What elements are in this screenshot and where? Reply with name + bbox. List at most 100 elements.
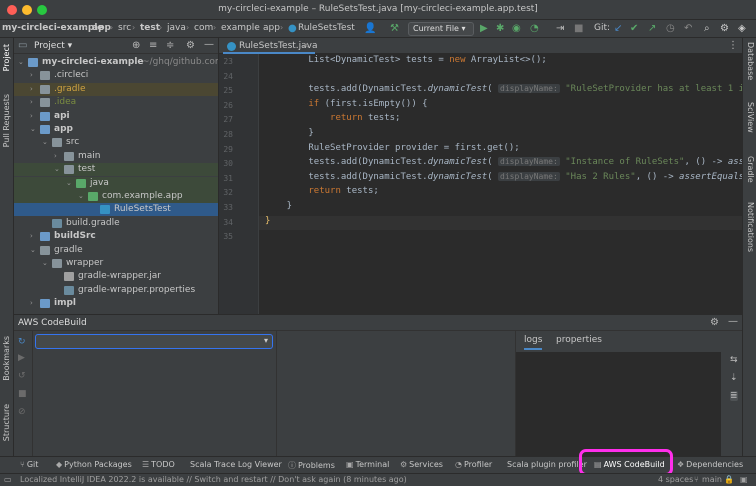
breadcrumb-app-package[interactable]: app <box>263 23 280 33</box>
tree-item[interactable]: › main <box>14 150 218 163</box>
chevron-down-icon[interactable]: ⌄ <box>30 244 36 257</box>
start-build-icon[interactable]: ▶ <box>18 353 25 363</box>
run-configuration-select[interactable]: Current File ▾ <box>408 22 474 36</box>
tree-item[interactable]: ⌄ test <box>14 163 218 177</box>
gradle-tool-tab[interactable]: Gradle <box>746 156 755 183</box>
sciview-tool-tab[interactable]: SciView <box>746 102 755 133</box>
tree-item[interactable]: ⌄ app <box>14 123 218 136</box>
status-widget-icon[interactable]: ▭ <box>4 474 12 486</box>
memory-icon[interactable]: ▣ <box>740 475 748 484</box>
tree-item[interactable]: › .idea <box>14 96 218 109</box>
bottom-tab-python-packages[interactable]: ◆ Python Packages <box>56 460 132 469</box>
collapse-all-icon[interactable]: ≑ <box>166 40 174 52</box>
breadcrumb-app[interactable]: app <box>92 23 111 33</box>
git-commit-icon[interactable]: ✔ <box>630 23 638 35</box>
breadcrumb-test[interactable]: test <box>140 23 160 33</box>
hide-tool-window-icon[interactable]: — <box>728 316 738 328</box>
tree-item[interactable]: ⌄ wrapper <box>14 257 218 270</box>
chevron-down-icon[interactable]: ⌄ <box>42 136 48 149</box>
bottom-tab-problems[interactable]: ⓘ Problems <box>288 460 335 471</box>
git-update-icon[interactable]: ↙ <box>614 23 622 35</box>
breadcrumb-project[interactable]: my-circleci-example <box>2 23 104 33</box>
stop-all-icon[interactable]: ⊘ <box>18 407 26 417</box>
project-select-dropdown[interactable]: ▾ <box>35 334 273 349</box>
bottom-tab-scala-trace[interactable]: Scala Trace Log Viewer <box>190 460 282 469</box>
chevron-right-icon[interactable]: › <box>30 110 33 123</box>
chevron-right-icon[interactable]: › <box>30 96 33 109</box>
debug-icon[interactable]: ✱ <box>496 23 504 35</box>
search-icon[interactable]: ⌕ <box>704 23 710 35</box>
chevron-right-icon[interactable]: › <box>30 69 33 82</box>
database-tool-tab[interactable]: Database <box>746 42 755 80</box>
retry-build-icon[interactable]: ↺ <box>18 371 26 381</box>
chevron-down-icon[interactable]: ⌄ <box>78 190 84 203</box>
code-editor[interactable]: 23 24 25 26 27 28 29 30 31 32 33 34 35 List<DynamicT… <box>219 54 742 314</box>
chevron-right-icon[interactable]: › <box>30 230 33 243</box>
bottom-tab-git[interactable]: ⑂ Git <box>20 460 38 469</box>
stop-icon[interactable]: ■ <box>574 23 583 35</box>
tree-item[interactable]: ⌄ gradle <box>14 244 218 257</box>
status-message[interactable]: Localized IntelliJ IDEA 2022.2 is availa… <box>20 475 407 484</box>
build-hammer-icon[interactable]: ⚒ <box>390 23 399 35</box>
profile-icon[interactable]: ◔ <box>530 23 539 35</box>
refresh-icon[interactable]: ↻ <box>18 337 26 347</box>
tree-item[interactable]: build.gradle <box>14 217 218 230</box>
breadcrumb-java[interactable]: java <box>167 23 186 33</box>
history-icon[interactable]: ◷ <box>666 23 675 35</box>
tree-item[interactable]: › impl <box>14 297 218 310</box>
tree-item[interactable]: gradle-wrapper.jar <box>14 270 218 283</box>
bottom-tab-scala-plugin-profiler[interactable]: Scala plugin profiler <box>507 460 587 469</box>
chevron-down-icon[interactable]: ⌄ <box>54 163 60 176</box>
settings-gear-icon[interactable]: ⚙ <box>720 23 729 35</box>
tree-item[interactable]: ⌄ com.example.app <box>14 190 218 203</box>
git-branch[interactable]: main <box>702 475 722 484</box>
chevron-right-icon[interactable]: › <box>30 83 33 96</box>
run-icon[interactable]: ▶ <box>480 23 488 35</box>
user-icon[interactable]: 👤 <box>364 23 376 35</box>
tree-item[interactable]: › .circleci <box>14 69 218 82</box>
tool-window-gear-icon[interactable]: ⚙ <box>710 317 719 329</box>
bottom-tab-dependencies[interactable]: ❖ Dependencies <box>677 460 743 469</box>
close-tab-icon[interactable]: ✕ <box>302 41 309 50</box>
breadcrumb-com[interactable]: com <box>194 23 213 33</box>
chevron-down-icon[interactable]: ⌄ <box>42 257 48 270</box>
project-tool-tab[interactable]: Project <box>2 44 11 71</box>
logs-pane[interactable] <box>516 352 721 456</box>
breadcrumb-example[interactable]: example <box>221 23 260 33</box>
project-view-selector[interactable]: Project ▾ <box>34 41 72 51</box>
chevron-right-icon[interactable]: › <box>54 150 57 163</box>
build-list-pane[interactable] <box>276 331 516 456</box>
rollback-icon[interactable]: ↶ <box>684 23 692 35</box>
bottom-tab-terminal[interactable]: ▣ Terminal <box>346 460 389 469</box>
breadcrumb-class[interactable]: RuleSetsTest <box>298 23 355 33</box>
bottom-tab-todo[interactable]: ☰ TODO <box>142 460 175 469</box>
stop-build-icon[interactable]: ■ <box>18 389 27 399</box>
notifications-tool-tab[interactable]: Notifications <box>746 202 755 252</box>
more-options-icon[interactable]: ⋮ <box>728 40 738 52</box>
tree-item[interactable]: ⌄ my-circleci-example~/ghq/github.com/mi <box>14 56 218 69</box>
tree-item[interactable]: RuleSetsTest <box>14 203 218 217</box>
breadcrumb-src[interactable]: src <box>118 23 131 33</box>
bottom-tab-profiler[interactable]: ◔ Profiler <box>455 460 492 469</box>
tree-item[interactable]: gradle-wrapper.properties <box>14 284 218 297</box>
hide-panel-icon[interactable]: — <box>204 39 214 51</box>
select-opened-file-icon[interactable]: ⊕ <box>132 40 140 52</box>
scroll-end-icon[interactable]: ⇣ <box>730 373 738 383</box>
lock-icon[interactable]: 🔒 <box>724 475 734 484</box>
wrap-lines-icon[interactable]: ⇆ <box>730 355 738 365</box>
tree-item[interactable]: ⌄ src <box>14 136 218 149</box>
chevron-right-icon[interactable]: › <box>30 297 33 310</box>
indent-indicator[interactable]: 4 spaces <box>658 475 693 484</box>
tab-properties[interactable]: properties <box>556 335 602 345</box>
tree-item[interactable]: › api <box>14 110 218 123</box>
gear-icon[interactable]: ⚙ <box>186 40 195 52</box>
chevron-down-icon[interactable]: ⌄ <box>30 123 36 136</box>
tab-logs[interactable]: logs <box>524 335 543 350</box>
bottom-tab-services[interactable]: ⚙ Services <box>400 460 443 469</box>
ide-features-icon[interactable]: ◈ <box>738 23 746 35</box>
chevron-down-icon[interactable]: ⌄ <box>18 56 24 69</box>
tree-item[interactable]: › buildSrc <box>14 230 218 243</box>
tree-item[interactable]: › .gradle <box>14 82 218 96</box>
soft-wrap-icon[interactable]: ≣ <box>730 391 738 401</box>
bookmarks-tool-tab[interactable]: Bookmarks <box>2 336 11 381</box>
